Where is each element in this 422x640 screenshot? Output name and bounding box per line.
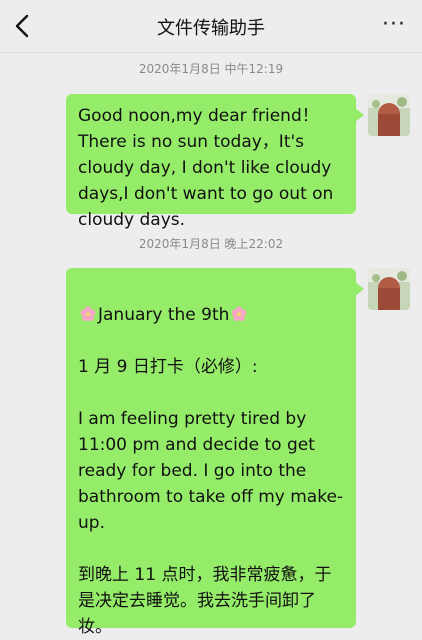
message-heading-line: January the 9th — [78, 302, 344, 328]
avatar-image — [368, 94, 410, 136]
message-bubble[interactable]: Good noon,my dear friend！There is no sun… — [66, 94, 364, 230]
message-english-paragraph: I am feeling pretty tired by 11:00 pm an… — [78, 409, 344, 533]
message-timestamp: 2020年1月8日 中午12:19 — [138, 62, 284, 76]
user-avatar[interactable] — [368, 268, 410, 310]
message-timestamp: 2020年1月8日 晚上22:02 — [138, 237, 284, 251]
chat-header: 文件传输助手 ··· — [0, 0, 422, 53]
avatar-image — [368, 268, 410, 310]
more-dots-icon[interactable]: ··· — [382, 14, 406, 36]
cherry-blossom-icon — [80, 306, 96, 321]
cherry-blossom-icon — [232, 306, 247, 321]
message-checkin-line: 1 月 9 日打卡（必修）: — [78, 357, 258, 377]
message-heading: January the 9th — [98, 305, 230, 325]
user-avatar[interactable] — [368, 94, 410, 136]
message-chinese-paragraph: 到晚上 11 点时，我非常疲惫，于是决定去睡觉。我去洗手间卸了妆。 — [78, 565, 332, 637]
message-bubble[interactable]: January the 9th 1 月 9 日打卡（必修）: I am feel… — [66, 268, 364, 637]
chat-title: 文件传输助手 — [157, 18, 265, 39]
message-text: Good noon,my dear friend！There is no sun… — [78, 106, 339, 230]
